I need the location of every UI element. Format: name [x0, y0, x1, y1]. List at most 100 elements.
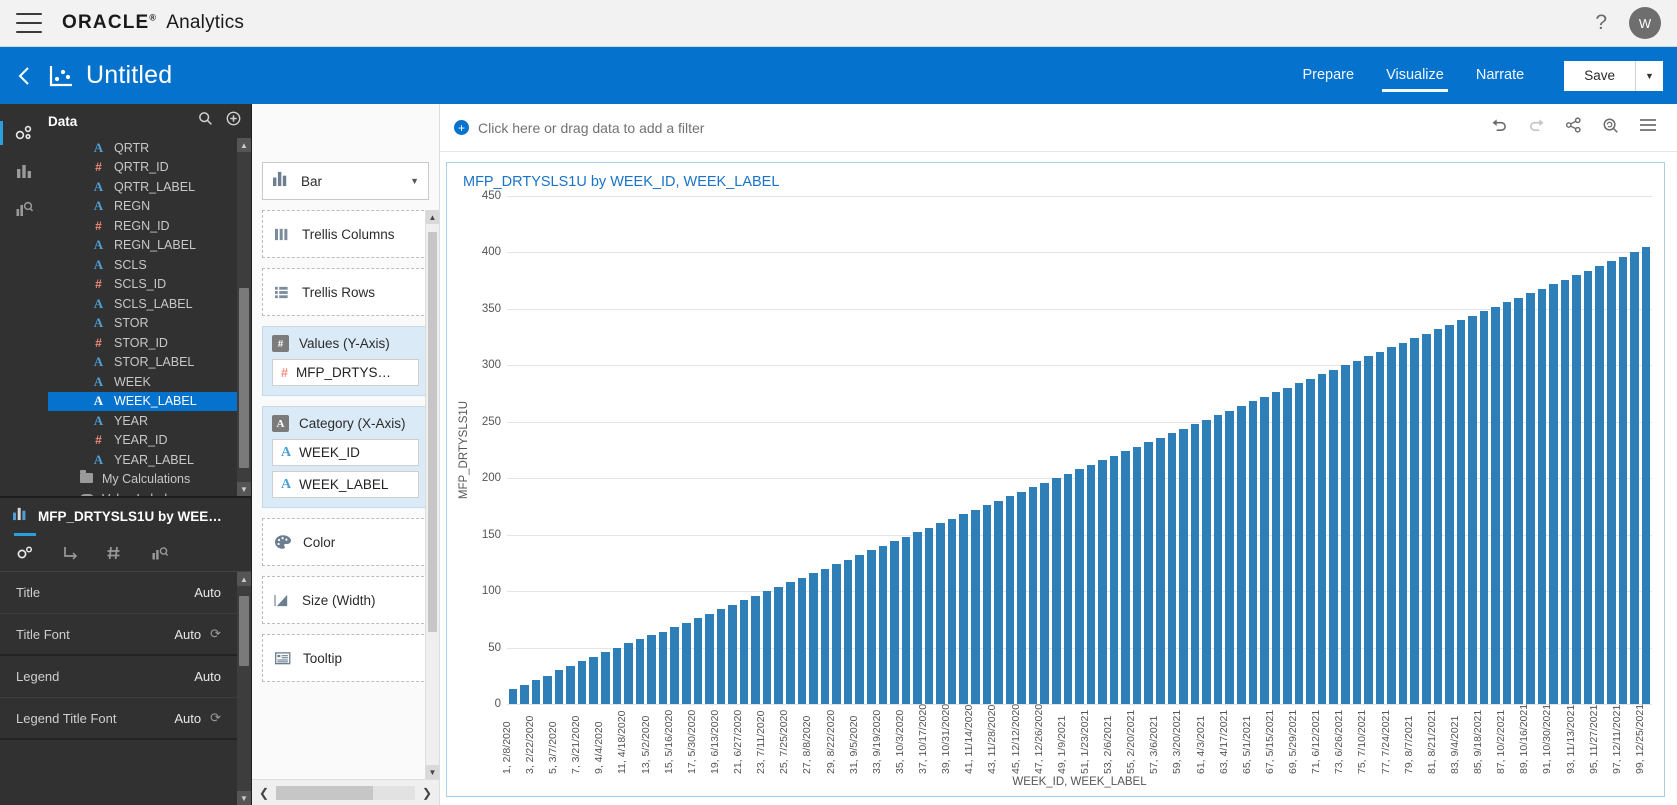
bar[interactable] — [866, 550, 876, 704]
bar[interactable] — [774, 586, 783, 704]
shelf-pill[interactable]: # MFP_DRTYS… — [272, 359, 419, 386]
bar[interactable] — [1063, 473, 1073, 704]
bar[interactable] — [1560, 279, 1570, 704]
bar[interactable] — [797, 577, 807, 704]
general-properties-tab[interactable] — [14, 532, 36, 561]
property-value[interactable]: Auto — [194, 585, 221, 600]
bar[interactable] — [612, 647, 622, 704]
scrollbar-thumb[interactable] — [239, 288, 249, 468]
bar[interactable] — [1456, 320, 1466, 704]
scroll-down-icon[interactable]: ▼ — [237, 791, 251, 805]
bar[interactable] — [1329, 369, 1338, 704]
bar[interactable] — [1375, 351, 1385, 704]
bar[interactable] — [936, 523, 945, 704]
values-properties-tab[interactable] — [106, 545, 124, 561]
data-element-week_label[interactable]: A WEEK_LABEL — [48, 391, 251, 411]
bar[interactable] — [982, 505, 992, 704]
reset-icon[interactable]: ⟳ — [210, 710, 221, 726]
bar[interactable] — [751, 595, 760, 704]
data-element-qrtr_id[interactable]: # QRTR_ID — [48, 158, 251, 178]
bar[interactable] — [809, 573, 818, 704]
bar[interactable] — [878, 545, 888, 704]
shelf-pill[interactable]: A WEEK_ID — [272, 439, 419, 466]
bar[interactable] — [658, 631, 668, 704]
bar[interactable] — [1595, 266, 1604, 704]
property-row-legend[interactable]: Legend Auto — [0, 656, 251, 698]
data-element-scls_id[interactable]: # SCLS_ID — [48, 275, 251, 295]
reset-icon[interactable]: ⟳ — [210, 626, 221, 642]
bar[interactable] — [1468, 315, 1477, 704]
property-value[interactable]: Auto — [194, 669, 221, 684]
bar[interactable] — [1190, 424, 1200, 704]
bar[interactable] — [1502, 302, 1512, 704]
bar[interactable] — [1537, 288, 1547, 704]
bar[interactable] — [1641, 246, 1651, 704]
bar[interactable] — [786, 582, 795, 704]
bar[interactable] — [1606, 261, 1616, 704]
grammar-vertical-scrollbar[interactable]: ▲ ▼ — [425, 210, 439, 779]
bar[interactable] — [1479, 311, 1489, 704]
bar[interactable] — [589, 656, 598, 704]
property-row-title[interactable]: Title Auto — [0, 572, 251, 614]
bar[interactable] — [1618, 256, 1628, 704]
bar[interactable] — [1433, 329, 1443, 704]
bar[interactable] — [1156, 437, 1165, 704]
bar[interactable] — [1075, 469, 1084, 704]
share-icon[interactable] — [1565, 117, 1582, 138]
bar[interactable] — [1294, 383, 1304, 704]
save-dropdown-caret-icon[interactable]: ▼ — [1635, 60, 1663, 91]
bar[interactable] — [855, 555, 864, 704]
scroll-up-icon[interactable]: ▲ — [426, 210, 439, 224]
scroll-down-icon[interactable]: ▼ — [426, 765, 439, 779]
bar[interactable] — [1260, 396, 1269, 704]
bar[interactable] — [1352, 360, 1362, 704]
bar[interactable] — [913, 532, 922, 704]
bar[interactable] — [577, 661, 587, 704]
bar[interactable] — [1410, 338, 1419, 704]
bar[interactable] — [1225, 410, 1234, 704]
data-element-qrtr_label[interactable]: A QRTR_LABEL — [48, 177, 251, 197]
tab-narrate[interactable]: Narrate — [1460, 61, 1540, 91]
grammar-horizontal-scrollbar[interactable]: ❮ ❯ — [252, 779, 439, 805]
visualization-card[interactable]: MFP_DRTYSLS1U by WEEK_ID, WEEK_LABEL MFP… — [446, 162, 1665, 797]
hamburger-icon[interactable] — [16, 13, 42, 33]
data-panel-scrollbar[interactable]: ▲ ▼ — [237, 138, 251, 496]
bar[interactable] — [566, 665, 575, 704]
bar[interactable] — [1202, 419, 1211, 704]
data-element-list[interactable]: A QRTR # QRTR_ID A QRTR_LABEL A REGN # REGN_ID A RE… — [48, 138, 251, 496]
bar-chart[interactable]: MFP_DRTYSLS1U 0 50 100 150 200 250 300 350 400 45… — [455, 190, 1656, 792]
hscroll-thumb[interactable] — [276, 785, 374, 800]
bar[interactable] — [1086, 464, 1096, 704]
bar[interactable] — [670, 627, 679, 704]
bar[interactable] — [924, 527, 934, 704]
bar[interactable] — [705, 613, 714, 704]
bar[interactable] — [1098, 460, 1107, 704]
bar[interactable] — [1132, 446, 1142, 704]
bar[interactable] — [971, 509, 980, 704]
bar[interactable] — [1572, 275, 1581, 704]
visualizations-panel-icon[interactable] — [0, 152, 48, 190]
bar[interactable] — [1179, 428, 1188, 704]
analytics-properties-tab[interactable] — [151, 545, 169, 561]
menu-icon[interactable] — [1639, 118, 1657, 137]
bar[interactable] — [635, 638, 645, 704]
bar[interactable] — [1236, 405, 1246, 704]
bar[interactable] — [1387, 347, 1396, 704]
bar[interactable] — [1630, 252, 1639, 704]
bar[interactable] — [647, 635, 656, 704]
bar[interactable] — [1144, 442, 1153, 704]
axis-properties-tab[interactable] — [61, 545, 79, 561]
bar[interactable] — [1040, 482, 1049, 704]
analytics-panel-icon[interactable] — [0, 190, 48, 228]
data-element-regn_label[interactable]: A REGN_LABEL — [48, 236, 251, 256]
bar[interactable] — [947, 518, 957, 704]
bar[interactable] — [1167, 433, 1177, 704]
bar[interactable] — [1445, 324, 1454, 704]
bar[interactable] — [520, 684, 529, 704]
property-value[interactable]: Auto ⟳ — [174, 710, 221, 726]
data-element-year[interactable]: A YEAR — [48, 411, 251, 431]
bar[interactable] — [1341, 365, 1350, 704]
property-value[interactable]: Auto ⟳ — [174, 626, 221, 642]
property-row-title-font[interactable]: Title Font Auto ⟳ — [0, 614, 251, 656]
bar[interactable] — [1583, 270, 1593, 704]
